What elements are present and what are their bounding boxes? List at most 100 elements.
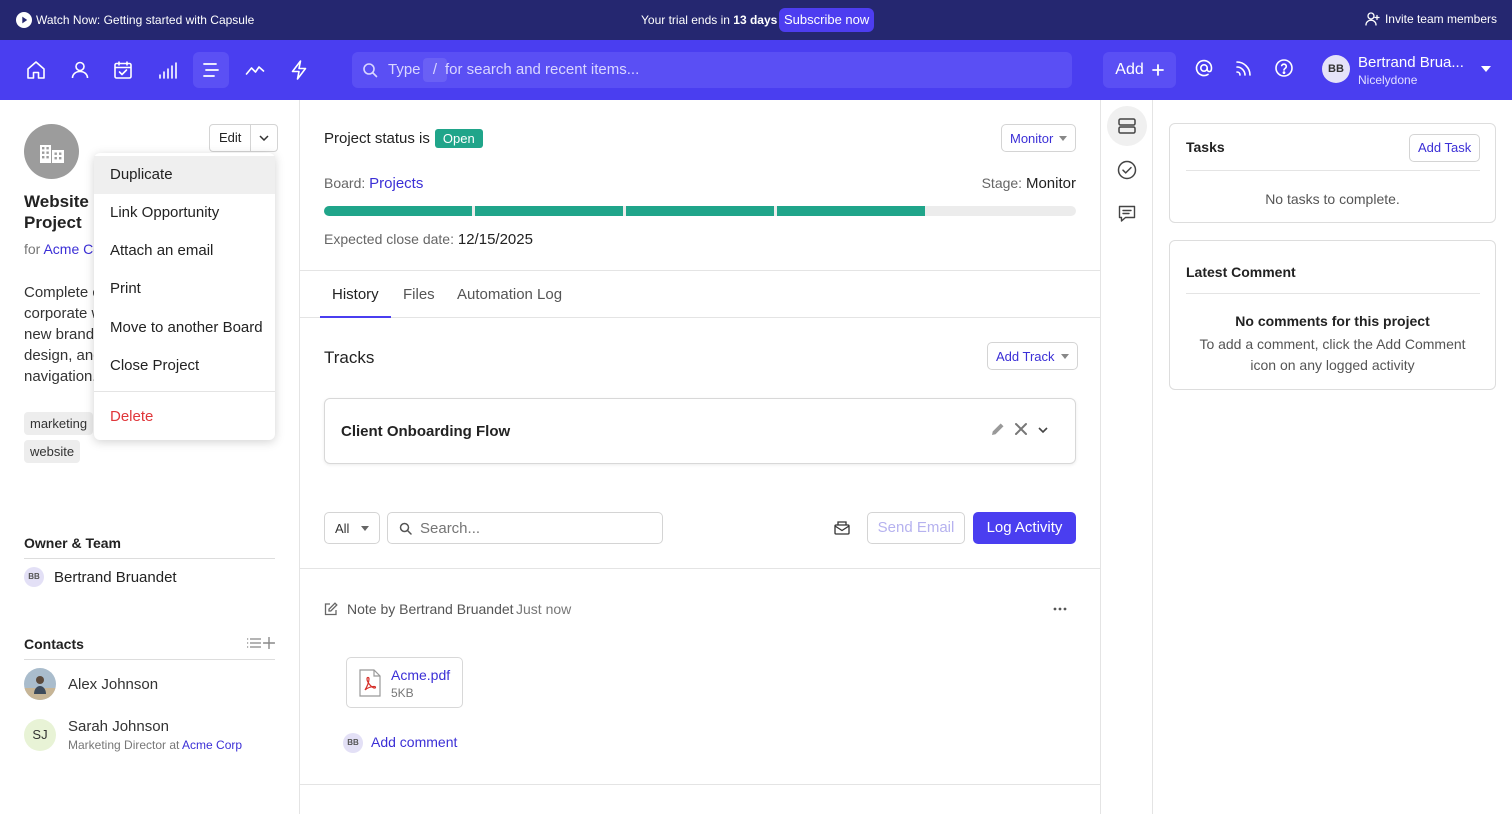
stage-progress-bar (324, 206, 1076, 216)
project-tabs: History Files Automation Log (300, 270, 1100, 318)
calendar-check-icon (112, 59, 134, 81)
attachment-card[interactable]: Acme.pdf 5KB (346, 657, 463, 708)
top-banner: Watch Now: Getting started with Capsule … (0, 0, 1512, 40)
contact-name[interactable]: Sarah Johnson (68, 718, 169, 735)
tag-website[interactable]: website (24, 440, 81, 463)
owner-name[interactable]: Bertrand Bruandet (54, 569, 177, 586)
nav-workflow[interactable] (281, 52, 317, 88)
contact-role: Marketing Director at Acme Corp (68, 738, 243, 752)
add-task-button[interactable]: Add Task (1409, 134, 1481, 162)
rail-tasks-button[interactable] (1107, 150, 1147, 190)
attachment-size: 5KB (391, 686, 414, 700)
contact-list-button[interactable] (247, 637, 261, 649)
bar-chart-icon (156, 59, 178, 81)
tasks-empty: No tasks to complete. (1265, 191, 1400, 207)
email-icon[interactable] (834, 521, 850, 535)
latest-comment-heading: Latest Comment (1186, 264, 1296, 280)
log-activity-button[interactable]: Log Activity (973, 512, 1076, 544)
watch-now-link[interactable]: Watch Now: Getting started with Capsule (16, 12, 254, 28)
nav-calendar[interactable] (105, 52, 141, 88)
menu-item-close-project[interactable]: Close Project (94, 347, 275, 385)
nav-sales[interactable] (237, 52, 273, 88)
rail-comments-button[interactable] (1107, 194, 1147, 234)
contact-avatar: SJ (24, 719, 56, 751)
chevron-down-icon (259, 135, 269, 141)
tab-automation-log[interactable]: Automation Log (457, 286, 562, 303)
contact-company-link[interactable]: Acme Corp (182, 738, 242, 752)
add-contact-button[interactable] (263, 637, 275, 649)
track-name: Client Onboarding Flow (341, 423, 511, 440)
menu-item-move-board[interactable]: Move to another Board (94, 309, 275, 347)
attachment-name[interactable]: Acme.pdf (391, 667, 450, 683)
divider (1186, 170, 1480, 171)
invite-label: Invite team members (1384, 12, 1497, 26)
caret-down-icon (1481, 66, 1491, 72)
add-user-icon (1365, 12, 1380, 26)
progress-segment (475, 206, 623, 216)
contact-name[interactable]: Alex Johnson (68, 676, 158, 693)
menu-item-duplicate[interactable]: Duplicate (94, 156, 275, 194)
nav-people[interactable] (62, 52, 98, 88)
stage-info: Stage: Monitor (981, 175, 1076, 192)
board-link[interactable]: Projects (369, 175, 423, 192)
menu-item-link-opportunity[interactable]: Link Opportunity (94, 194, 275, 232)
subscribe-button[interactable]: Subscribe now (779, 8, 875, 32)
help-button[interactable] (1274, 58, 1294, 78)
nav-reports[interactable] (149, 52, 185, 88)
play-icon (16, 12, 32, 28)
caret-down-icon (1060, 353, 1069, 359)
search-type-label: Type (388, 61, 421, 78)
search-hint: for search and recent items... (445, 61, 640, 78)
tab-files[interactable]: Files (403, 286, 435, 303)
lightning-icon (288, 59, 310, 81)
add-track-button[interactable]: Add Track (987, 342, 1078, 370)
menu-item-delete[interactable]: Delete (94, 398, 275, 436)
invite-team-link[interactable]: Invite team members (1365, 12, 1497, 26)
active-tab-indicator (320, 316, 391, 318)
global-search[interactable]: Type / for search and recent items... (352, 52, 1072, 88)
feed-button[interactable] (1234, 58, 1254, 78)
add-comment-link[interactable]: Add comment (371, 734, 457, 750)
activity-search[interactable] (387, 512, 663, 544)
edit-dropdown-toggle[interactable] (251, 125, 277, 151)
plus-icon (1151, 64, 1164, 76)
tracks-heading: Tracks (324, 348, 375, 367)
send-email-button[interactable]: Send Email (867, 512, 965, 544)
watch-now-label: Watch Now: Getting started with Capsule (36, 13, 255, 27)
building-icon (39, 141, 65, 163)
owner-avatar: BB (24, 567, 44, 587)
menu-item-print[interactable]: Print (94, 270, 275, 308)
user-avatar: BB (1322, 55, 1350, 83)
user-company: Nicelydone (1358, 73, 1418, 87)
tag-marketing[interactable]: marketing (24, 412, 94, 435)
user-name: Bertrand Brua... (1358, 54, 1464, 71)
menu-item-attach-email[interactable]: Attach an email (94, 232, 275, 270)
tab-history[interactable]: History (332, 286, 379, 303)
close-date: Expected close date: 12/15/2025 (324, 231, 533, 248)
close-icon[interactable] (1014, 422, 1028, 436)
stage-select[interactable]: Monitor (1001, 124, 1077, 152)
check-circle-icon (1117, 160, 1137, 180)
edit-button[interactable]: Edit (210, 125, 252, 151)
nav-projects[interactable] (193, 52, 229, 88)
mentions-button[interactable] (1194, 58, 1214, 78)
progress-segment (324, 206, 472, 216)
add-button[interactable]: Add (1103, 52, 1176, 88)
contacts-heading: Contacts (24, 636, 275, 660)
tasks-heading: Tasks (1186, 139, 1225, 155)
menu-divider (94, 391, 275, 392)
project-main: Project status is Open Monitor Board: Pr… (300, 100, 1100, 814)
chevron-down-icon[interactable] (1038, 427, 1048, 434)
home-icon (25, 59, 47, 81)
more-options-icon[interactable] (1053, 607, 1067, 611)
nav-home[interactable] (18, 52, 54, 88)
stage-name: Monitor (1025, 175, 1076, 192)
activity-search-input[interactable] (420, 519, 650, 537)
no-comments-title: No comments for this project (1235, 313, 1430, 329)
pencil-icon[interactable] (990, 421, 1006, 437)
activity-filter[interactable]: All (324, 512, 380, 544)
rail-details-button[interactable] (1107, 106, 1147, 146)
project-status: Project status is Open (324, 129, 483, 148)
project-company-link[interactable]: Acme Co (43, 241, 101, 257)
trend-line-icon (244, 59, 266, 81)
